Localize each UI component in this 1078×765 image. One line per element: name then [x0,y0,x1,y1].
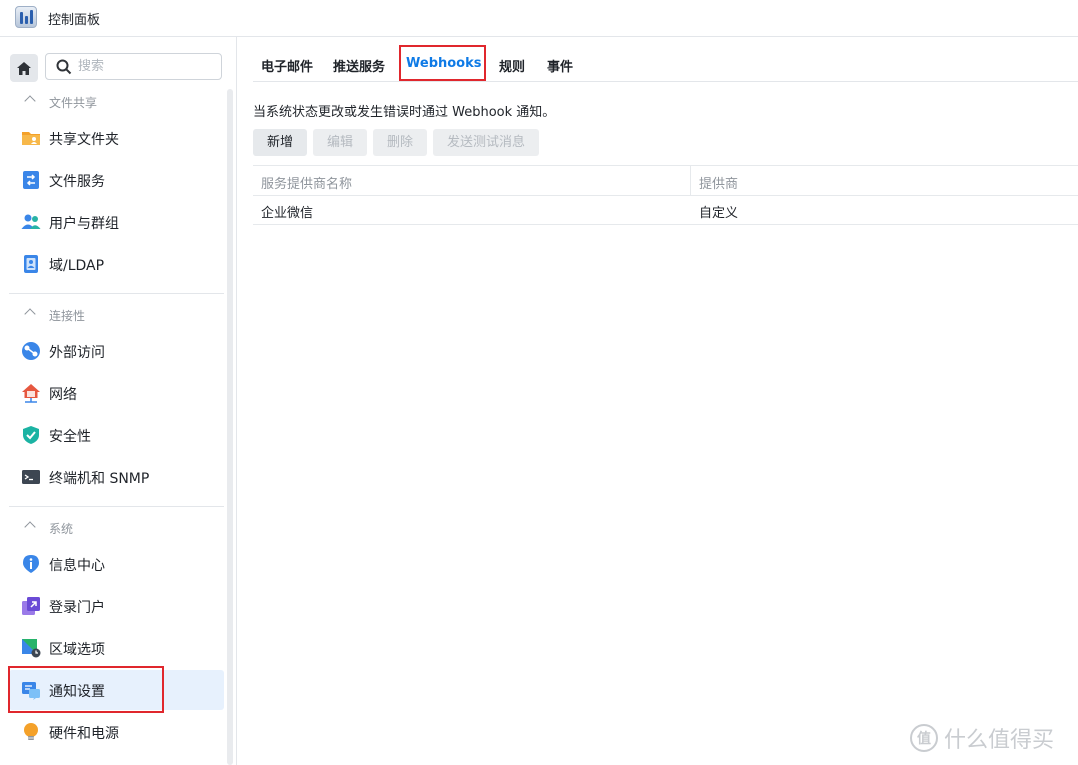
users-groups-icon [21,214,41,229]
sidebar-item-network[interactable]: 网络 [9,373,224,413]
sidebar-item-label: 文件服务 [49,174,105,190]
tab-email[interactable]: 电子邮件 [261,56,313,75]
group-label: 系统 [49,522,74,536]
watermark-logo: 值 [910,724,938,752]
sidebar-item-domain-ldap[interactable]: 域/LDAP [9,244,224,284]
sidebar-item-terminal-snmp[interactable]: 终端机和 SNMP [9,457,224,497]
sidebar-item-label: 域/LDAP [49,258,105,274]
chevron-up-icon [24,308,36,320]
sidebar-item-label: 用户与群组 [49,216,119,232]
control-panel-app-icon [15,6,37,28]
table-header-row: 服务提供商名称 提供商 [253,165,1078,196]
chevron-up-icon [24,521,36,533]
sidebar-item-label: 外部访问 [49,345,105,361]
sidebar-item-label: 信息中心 [49,558,105,574]
sidebar-item-label: 硬件和电源 [49,726,119,742]
home-button[interactable] [10,54,38,82]
sidebar-scrollbar[interactable] [227,89,233,765]
table-cell-provider: 自定义 [699,206,739,221]
sidebar-item-label: 网络 [49,387,77,403]
tab-bar-divider [253,81,1078,82]
sidebar-item-external-access[interactable]: 外部访问 [9,331,224,371]
shared-folder-icon [22,132,40,145]
tab-rules[interactable]: 规则 [499,56,525,75]
send-test-button[interactable]: 发送测试消息 [433,129,539,156]
search-box[interactable] [45,53,222,80]
table-row[interactable]: 企业微信 自定义 [253,195,1078,225]
login-portal-icon [22,597,40,615]
highlight-box-notification [8,666,164,713]
highlight-box-webhooks [399,45,486,81]
table-cell-provider-name: 企业微信 [261,206,314,221]
sidebar-item-label: 共享文件夹 [49,132,119,148]
sidebar: 文件共享 共享文件夹 文件服务 用户与群组 域/LDAP 连接性 外部访问 网络… [0,37,237,765]
column-divider[interactable] [690,166,691,195]
sidebar-item-hardware-power[interactable]: 硬件和电源 [9,712,224,752]
column-header-provider-name[interactable]: 服务提供商名称 [261,173,352,192]
domain-ldap-icon [24,255,38,273]
sidebar-item-label: 登录门户 [49,600,105,616]
external-access-icon [22,342,40,360]
group-label: 文件共享 [49,96,98,110]
page-description: 当系统状态更改或发生错误时通过 Webhook 通知。 [253,105,556,120]
group-file-sharing[interactable]: 文件共享 [0,90,224,114]
sidebar-item-login-portal[interactable]: 登录门户 [9,586,224,626]
search-input[interactable] [78,57,213,76]
tab-push-service[interactable]: 推送服务 [333,56,385,75]
search-icon [56,59,72,75]
sidebar-item-label: 终端机和 SNMP [49,471,150,487]
regional-options-icon [22,639,41,658]
info-center-icon [23,555,39,573]
column-header-provider[interactable]: 提供商 [699,173,738,192]
hardware-power-icon [24,723,38,740]
sidebar-item-info-center[interactable]: 信息中心 [9,544,224,584]
edit-button[interactable]: 编辑 [313,129,367,156]
sidebar-item-users-groups[interactable]: 用户与群组 [9,202,224,242]
tab-events[interactable]: 事件 [547,56,573,75]
add-button[interactable]: 新增 [253,129,307,156]
window-title: 控制面板 [48,13,101,28]
title-bar: 控制面板 [0,0,1078,37]
group-system[interactable]: 系统 [0,516,224,540]
sidebar-item-security[interactable]: 安全性 [9,415,224,455]
home-icon [17,61,31,75]
watermark: 值 什么值得买 [910,722,1054,754]
sidebar-item-label: 区域选项 [49,642,105,658]
file-services-icon [23,171,39,189]
sidebar-item-regional-options[interactable]: 区域选项 [9,628,224,668]
group-connectivity[interactable]: 连接性 [0,303,224,327]
delete-button[interactable]: 删除 [373,129,427,156]
chevron-up-icon [24,95,36,107]
sidebar-item-shared-folder[interactable]: 共享文件夹 [9,118,224,158]
sidebar-item-label: 安全性 [49,429,91,445]
terminal-icon [22,470,40,484]
watermark-text: 什么值得买 [944,728,1055,753]
sidebar-divider [9,506,224,507]
group-label: 连接性 [49,309,86,323]
sidebar-item-file-services[interactable]: 文件服务 [9,160,224,200]
security-shield-icon [23,426,39,444]
network-icon [22,384,40,403]
sidebar-divider [9,293,224,294]
